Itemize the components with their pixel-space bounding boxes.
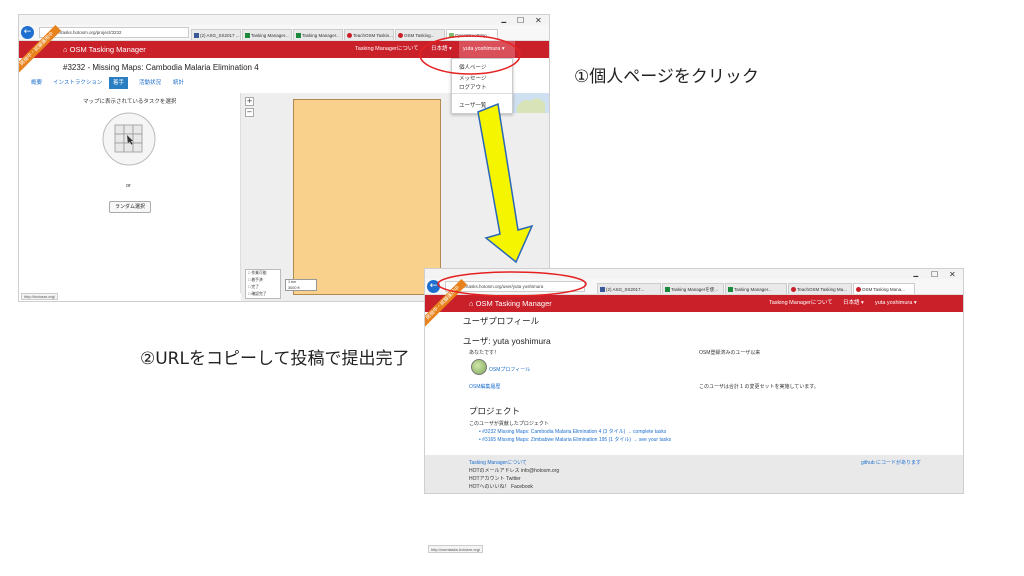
osm-profile-link[interactable]: OSMプロフィール	[489, 366, 530, 373]
facebook-icon	[600, 287, 605, 292]
minimap-icon	[511, 93, 549, 113]
maximize-icon[interactable]: ☐	[517, 16, 524, 25]
browser-toolbar: ← http://tasks.hotosm.org/user/yuta yosh…	[425, 279, 963, 295]
address-bar[interactable]: http://tasks.hotosm.org/project/3232	[39, 27, 189, 38]
menu-item-personal-page[interactable]: 個人ページ	[459, 63, 486, 71]
user-heading: ユーザ: yuta yoshimura	[463, 336, 551, 346]
map-icon	[449, 33, 454, 38]
brand-logo[interactable]: ⌂ OSM Tasking Manager	[63, 41, 146, 58]
browser-tab[interactable]: Tasking Manager...	[725, 283, 787, 294]
footer-facebook: HOTへのいいね！ Facebook	[469, 484, 533, 490]
osm-icon	[856, 287, 861, 292]
browser-tab[interactable]: Tasking Manager...	[293, 29, 343, 40]
browser-tab-active[interactable]: OpenStreetMap	[446, 29, 498, 40]
task-select-panel: マップに表示されているタスクを選択 or ランダム選択	[19, 93, 241, 293]
language-menu[interactable]: 日本語 ▾	[431, 41, 452, 58]
osm-logo-icon	[471, 359, 487, 375]
legend-item: □ 作業可能	[248, 271, 267, 275]
browser-tab[interactable]: Tasking Managerを使...	[662, 283, 724, 294]
footer-about-link[interactable]: Tasking Managerについて	[469, 459, 527, 466]
osm-icon	[347, 33, 352, 38]
menu-item-messages[interactable]: メッセージ	[459, 74, 486, 82]
back-arrow-icon[interactable]: ←	[427, 280, 440, 293]
title-bar: 🗕 ☐ ✕	[19, 15, 549, 26]
browser-tab-active[interactable]: OSM Tasking Mana...	[853, 283, 915, 294]
maximize-icon[interactable]: ☐	[931, 270, 938, 279]
user-menu[interactable]: yuta yoshimura ▾	[459, 41, 515, 58]
tab-overview[interactable]: 概要	[27, 77, 46, 89]
browser-toolbar: ← http://tasks.hotosm.org/project/3232 (…	[19, 25, 549, 41]
menu-divider	[452, 93, 512, 94]
footer-github-link[interactable]: github にコードがあります	[861, 459, 921, 466]
status-url: http://osmtasks.hotosm.org/	[428, 545, 484, 553]
footer-twitter: HOTアカウント Twitter	[469, 476, 521, 482]
osm-history-link[interactable]: OSM編集履歴	[469, 383, 500, 390]
map-scale: 1 km 3000 ft	[285, 279, 317, 291]
project-link[interactable]: • #3232 Missing Maps: Cambodia Malaria E…	[479, 428, 666, 435]
tab-activity[interactable]: 活動状況	[135, 77, 165, 89]
nav-about[interactable]: Tasking Managerについて	[355, 41, 419, 58]
zoom-in-button[interactable]: +	[245, 97, 254, 106]
project-link[interactable]: • #3165 Missing Maps: Zimbabwe Malaria E…	[479, 436, 671, 443]
tab-contribute[interactable]: 着手	[109, 77, 129, 89]
page-title: ユーザプロフィール	[463, 316, 540, 326]
page-footer: Tasking Managerについて HOTのメールアドレス info@hot…	[425, 455, 963, 493]
browser-tab[interactable]: (2) ASG_SS2017 ...	[191, 29, 241, 40]
user-menu-label: yuta yoshimura ▾	[463, 46, 505, 52]
nav-about[interactable]: Tasking Managerについて	[769, 295, 833, 312]
legend-item: □ 着手済	[248, 278, 263, 282]
projects-heading: プロジェクト	[469, 406, 521, 416]
projects-intro: このユーザが貢献したプロジェクト	[469, 421, 549, 427]
browser-tab[interactable]: TeachOSM Tasking Ma...	[788, 283, 852, 294]
browser-tab[interactable]: (2) ASG_SS2017...	[597, 283, 661, 294]
tab-stats[interactable]: 統計	[169, 77, 188, 89]
changeset-info: このユーザは合計 1 の変更セットを実施しています。	[699, 384, 819, 390]
app-navbar: ⌂ OSM Tasking Manager Tasking Managerについ…	[425, 295, 963, 312]
zoom-out-button[interactable]: −	[245, 108, 254, 117]
osm-icon	[791, 287, 796, 292]
project-title: #3232 - Missing Maps: Cambodia Malaria E…	[63, 63, 259, 72]
back-arrow-icon[interactable]: ←	[21, 26, 34, 39]
osm-icon	[398, 33, 403, 38]
screenshot-project-page: 🗕 ☐ ✕ ← http://tasks.hotosm.org/project/…	[18, 14, 550, 302]
sheet-icon	[728, 287, 733, 292]
title-bar: 🗕 ☐ ✕	[425, 269, 963, 280]
user-menu[interactable]: yuta yoshimura ▾	[875, 295, 917, 312]
osm-signup-info: OSM登録済みのユーザ以来	[699, 350, 761, 356]
footer-email: HOTのメールアドレス info@hotosm.org	[469, 468, 560, 474]
legend-item: □ 完了	[248, 285, 259, 289]
brand-logo[interactable]: ⌂ OSM Tasking Manager	[469, 295, 552, 312]
sheet-icon	[296, 33, 301, 38]
task-area[interactable]	[293, 99, 441, 295]
scale-ft: 3000 ft	[288, 285, 300, 290]
step1-instruction: ①個人ページをクリック	[574, 67, 759, 87]
select-prompt: マップに表示されているタスクを選択	[83, 99, 177, 105]
user-dropdown: 個人ページ メッセージ ログアウト ユーザ一覧	[451, 58, 513, 114]
step2-instruction: ②URLをコピーして投稿で提出完了	[140, 349, 410, 369]
close-icon[interactable]: ✕	[535, 16, 542, 25]
tab-instructions[interactable]: インストラクション	[49, 77, 106, 89]
sheet-icon	[665, 287, 670, 292]
sheet-icon	[245, 33, 250, 38]
screenshot-user-profile: 🗕 ☐ ✕ ← http://tasks.hotosm.org/user/yut…	[424, 268, 964, 494]
menu-item-user-list[interactable]: ユーザ一覧	[459, 101, 486, 109]
browser-tab[interactable]: TeachOSM Taskin...	[344, 29, 394, 40]
facebook-icon	[194, 33, 199, 38]
or-text: or	[126, 183, 131, 189]
legend-item: □ 確認完了	[248, 292, 267, 296]
status-url: http://hotosm.org/	[21, 293, 59, 300]
map-legend: □ 作業可能 □ 着手済 □ 完了 □ 確認完了	[245, 269, 281, 299]
menu-item-logout[interactable]: ログアウト	[459, 83, 487, 91]
browser-tab[interactable]: Tasking Manager...	[242, 29, 292, 40]
random-select-button[interactable]: ランダム選択	[109, 201, 151, 213]
app-navbar: ⌂ OSM Tasking Manager Tasking Managerについ…	[19, 41, 549, 58]
language-menu[interactable]: 日本語 ▾	[843, 295, 864, 312]
task-grid-icon[interactable]	[101, 111, 157, 167]
browser-tab[interactable]: OSM Tasking...	[395, 29, 445, 40]
close-icon[interactable]: ✕	[949, 270, 956, 279]
you-label: あなたです！	[469, 350, 500, 356]
